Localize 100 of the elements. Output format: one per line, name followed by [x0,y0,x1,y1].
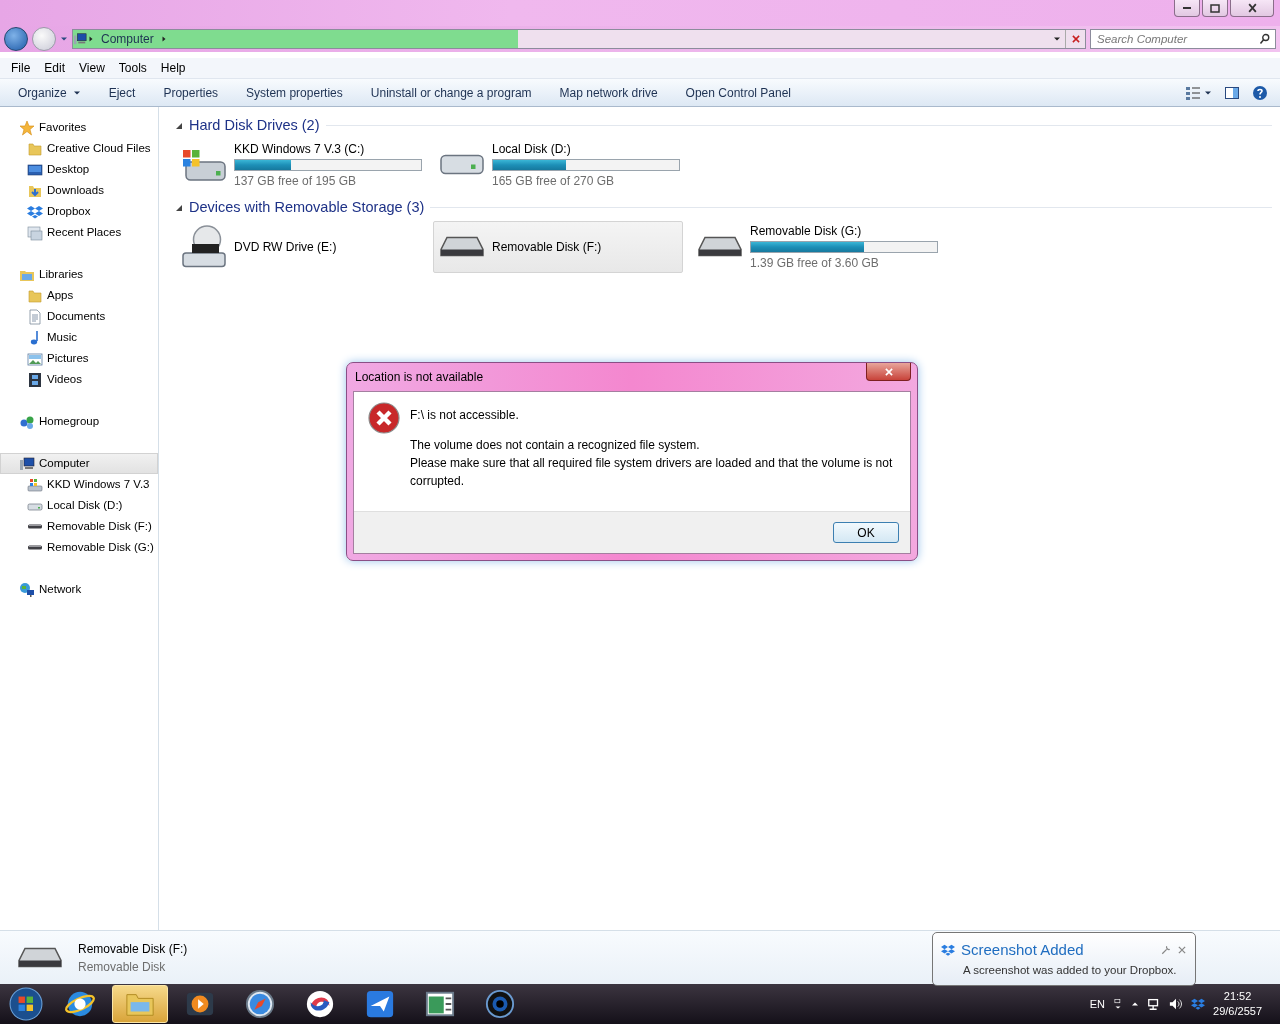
sidebar-item[interactable]: Removable Disk (G:) [0,537,158,558]
sidebar-item[interactable]: Music [0,327,158,348]
sidebar-item[interactable]: Desktop [0,159,158,180]
language-indicator[interactable]: EN [1089,995,1106,1013]
computer-icon [19,455,35,472]
group-header[interactable]: Hard Disk Drives (2) [189,115,320,137]
toolbar-button[interactable]: Map network drive [545,83,672,102]
group-header[interactable]: Devices with Removable Storage (3) [189,196,425,219]
menu-item[interactable]: File [4,59,38,77]
film-strip-icon [27,371,43,388]
drive-type: Removable Disk [78,958,167,976]
toolbar-button[interactable]: Uninstall or change a program [356,83,546,102]
pictures-icon [27,350,43,367]
sidebar-item[interactable]: Favorites [0,117,158,138]
search-field[interactable]: Search Computer [1090,29,1276,49]
drive-name: DVD RW Drive (E:) [234,238,338,256]
toolbar-button[interactable]: Eject [94,83,150,102]
clock-time: 21:52 [1223,989,1252,1004]
collapse-triangle-icon[interactable] [175,203,183,212]
drive-item[interactable]: DVD RW Drive (E:) [175,220,425,273]
toolbar-button[interactable]: Open Control Panel [671,83,805,102]
drive-item[interactable]: Local Disk (D:) 165 GB free of 270 GB [433,138,683,191]
sidebar-item[interactable]: Network [0,579,158,600]
removable-drive-icon [696,236,744,257]
document-icon [27,308,43,325]
maximize-button[interactable] [1202,0,1228,17]
sidebar-item[interactable]: Dropbox [0,201,158,222]
close-icon[interactable] [1177,945,1187,956]
caret-icon[interactable] [60,35,68,43]
toolbar-button[interactable]: Organize [4,83,95,102]
compass-icon [245,989,275,1019]
chevron-icon [87,35,95,43]
error-heading: F:\ is not accessible. [410,407,520,424]
clock[interactable]: 21:52 29/6/2557 [1213,989,1262,1019]
close-icon [1247,3,1257,13]
clock-date: 29/6/2557 [1213,1004,1262,1019]
close-button[interactable] [1230,0,1274,17]
sidebar-item[interactable]: Libraries [0,264,158,285]
camera-lens-icon [485,989,515,1019]
sidebar-item[interactable]: Homegroup [0,411,158,432]
sidebar-item[interactable]: KKD Windows 7 V.3 [0,474,158,495]
sidebar-item[interactable]: Removable Disk (F:) [0,516,158,537]
volume-icon[interactable] [1169,997,1184,1011]
notification-title: Screenshot Added [961,940,1084,960]
dropbox-icon[interactable] [1191,997,1206,1011]
sidebar-item[interactable]: Apps [0,285,158,306]
menu-item[interactable]: Edit [37,59,73,77]
chevron-icon [159,35,168,43]
browser-icon [65,989,95,1019]
back-button[interactable] [4,27,28,51]
address-bar[interactable]: Computer [72,29,1086,49]
sidebar-item[interactable]: Downloads [0,180,158,201]
airplane-icon [365,989,395,1019]
removable-drive-icon [438,236,486,257]
windows-drive-icon [27,476,43,493]
keyboard-options-icon[interactable] [1113,997,1124,1011]
wrench-icon[interactable] [1161,945,1171,956]
error-message: Please make sure that all required file system drivers are loaded and that the volume is not corrupted. [410,455,894,490]
show-hidden-icons-icon[interactable] [1131,1000,1140,1008]
menu-item[interactable]: Help [153,59,193,77]
network-icon [19,581,35,598]
folder-icon [27,140,43,157]
drive-item[interactable]: Removable Disk (F:) [433,220,683,273]
notification-text: A screenshot was added to your Dropbox. [962,962,1178,978]
free-space: 1.39 GB free of 3.60 GB [750,254,880,272]
sidebar-item[interactable]: Computer [0,453,158,474]
free-space: 137 GB free of 195 GB [234,172,358,190]
dropdown-caret-icon[interactable] [1053,35,1061,43]
preview-pane-icon[interactable] [1224,84,1240,101]
toolbar-button[interactable]: Properties [149,83,233,102]
recent-places-icon [27,224,43,241]
drive-name: Local Disk (D:) [492,140,572,158]
sidebar-item[interactable]: Creative Cloud Files [0,138,158,159]
sidebar-item[interactable]: Local Disk (D:) [0,495,158,516]
dialog-title: Location is not available [355,369,484,386]
drive-name: Removable Disk (G:) [750,222,863,240]
breadcrumb-item[interactable]: Computer [101,30,154,48]
menu-item[interactable]: View [72,59,112,77]
drive-item[interactable]: Removable Disk (G:) 1.39 GB free of 3.60 GB [691,220,941,273]
drive-item[interactable]: KKD Windows 7 V.3 (C:) 137 GB free of 195 GB [175,138,425,191]
menu-item[interactable]: Tools [111,59,154,77]
minimize-icon [1183,7,1191,9]
view-options-button[interactable] [1185,84,1212,101]
close-button[interactable] [866,363,911,381]
toolbar-button[interactable]: System properties [232,83,357,102]
help-icon[interactable] [1252,84,1268,101]
sidebar-item[interactable]: Pictures [0,348,158,369]
removable-drive-icon [27,524,43,529]
ok-button[interactable]: OK [833,522,899,543]
sidebar-item[interactable]: Documents [0,306,158,327]
window-icon [425,989,455,1019]
sidebar-item[interactable]: Videos [0,369,158,390]
sidebar-item[interactable]: Recent Places [0,222,158,243]
stop-icon[interactable] [1070,34,1081,44]
collapse-triangle-icon[interactable] [175,121,183,130]
removable-drive-icon [16,947,64,968]
error-icon [368,402,400,434]
view-options-icon [1185,84,1201,101]
start-orb-icon [9,987,43,1021]
minimize-button[interactable] [1174,0,1200,17]
